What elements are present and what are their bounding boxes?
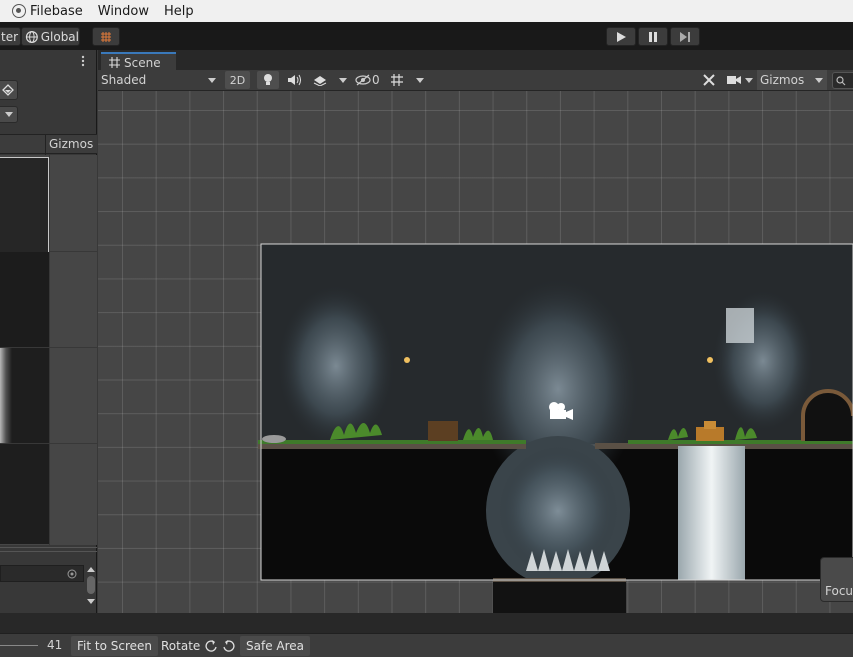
chevron-down-icon bbox=[5, 112, 13, 117]
scale-value: 41 bbox=[47, 638, 63, 652]
gizmos-label: Gizmos bbox=[760, 73, 805, 87]
pause-button[interactable] bbox=[638, 27, 668, 46]
play-icon bbox=[617, 31, 626, 42]
tile-waterfall-edge[interactable] bbox=[0, 348, 49, 443]
grid-snap-icon bbox=[101, 31, 111, 42]
hidden-objects-toggle[interactable]: 0 bbox=[352, 71, 382, 89]
pivot-center-label: ter bbox=[1, 29, 19, 44]
rotate-cw-icon[interactable] bbox=[222, 639, 236, 653]
visibility-icon bbox=[355, 74, 371, 86]
fit-label: Fit to Screen bbox=[77, 639, 152, 653]
scene-tab-bar bbox=[98, 50, 853, 70]
focus-overlay[interactable]: Focus bbox=[820, 557, 853, 602]
effects-toggle[interactable] bbox=[309, 71, 331, 89]
tile-shadow[interactable] bbox=[0, 444, 49, 544]
chevron-down-icon[interactable] bbox=[416, 78, 424, 83]
scale-slider[interactable] bbox=[0, 645, 38, 646]
level-art bbox=[258, 243, 853, 613]
search-icon bbox=[836, 76, 846, 86]
play-button[interactable] bbox=[606, 27, 636, 46]
safe-area-button[interactable]: Safe Area bbox=[240, 636, 311, 656]
status-bar bbox=[0, 613, 853, 633]
left-panel: Gizmos bbox=[0, 50, 97, 613]
effects-icon bbox=[313, 76, 327, 87]
grid-snap-button[interactable] bbox=[92, 27, 120, 46]
camera-gizmo-icon[interactable] bbox=[546, 401, 574, 421]
gizmos-dropdown[interactable]: Gizmos bbox=[757, 70, 827, 90]
paint-tool-button[interactable] bbox=[0, 80, 18, 100]
rotate-control: Rotate bbox=[155, 636, 206, 656]
tile-dark[interactable] bbox=[0, 252, 49, 347]
tab-scene-label: Scene bbox=[124, 55, 161, 70]
app-icon bbox=[12, 4, 26, 18]
safe-area-label: Safe Area bbox=[246, 639, 305, 653]
layer-dropdown[interactable] bbox=[0, 106, 18, 123]
shading-mode-label: Shaded bbox=[101, 73, 147, 87]
toggle-2d-button[interactable]: 2D bbox=[225, 71, 250, 89]
scroll-down-icon[interactable] bbox=[87, 599, 95, 605]
camera-icon bbox=[727, 76, 741, 84]
scene-viewport[interactable]: Focus bbox=[98, 91, 853, 613]
palette-gizmos-label[interactable]: Gizmos bbox=[49, 137, 93, 151]
pivot-center-button[interactable]: ter bbox=[0, 27, 21, 46]
menu-help[interactable]: Help bbox=[164, 4, 194, 19]
chevron-down-icon bbox=[745, 78, 753, 83]
tab-scene[interactable]: Scene bbox=[101, 52, 176, 71]
light-icon bbox=[264, 74, 272, 85]
selected-tile[interactable] bbox=[0, 157, 49, 253]
tools-button[interactable] bbox=[698, 71, 720, 89]
toggle-2d-label: 2D bbox=[229, 73, 246, 87]
lighting-toggle[interactable] bbox=[257, 71, 279, 89]
grid-icon bbox=[109, 57, 120, 68]
shading-mode-dropdown[interactable]: Shaded bbox=[101, 71, 218, 89]
more-icon[interactable] bbox=[80, 54, 86, 68]
rotate-label: Rotate bbox=[161, 639, 201, 653]
search-input[interactable] bbox=[832, 72, 853, 89]
audio-icon bbox=[288, 74, 301, 86]
menu-app[interactable]: Filebase bbox=[30, 4, 83, 19]
globe-icon bbox=[25, 30, 38, 43]
camera-settings-button[interactable] bbox=[725, 71, 755, 89]
audio-toggle[interactable] bbox=[283, 71, 305, 89]
bottom-toolbar: 41 Fit to Screen Rotate Safe Area bbox=[0, 633, 853, 657]
global-label: Global bbox=[40, 29, 79, 44]
scene-toolbar: Shaded 2D 0 Gizmos bbox=[98, 70, 853, 91]
chevron-down-icon bbox=[208, 78, 216, 83]
rotate-ccw-icon[interactable] bbox=[204, 639, 218, 653]
step-button[interactable] bbox=[670, 27, 700, 46]
paint-bucket-icon bbox=[2, 84, 14, 96]
menu-bar: Filebase Window Help bbox=[0, 0, 853, 22]
hidden-count: 0 bbox=[372, 73, 380, 87]
fit-to-screen-button[interactable]: Fit to Screen bbox=[71, 636, 158, 656]
scrollbar[interactable] bbox=[86, 565, 96, 610]
chevron-down-icon bbox=[815, 78, 823, 83]
grid-toggle-icon bbox=[391, 74, 403, 86]
pause-icon bbox=[649, 31, 657, 42]
tools-icon bbox=[703, 74, 715, 86]
scroll-thumb[interactable] bbox=[87, 576, 95, 594]
global-button[interactable]: Global bbox=[21, 27, 80, 46]
palette-header: Gizmos bbox=[0, 134, 97, 155]
chevron-down-icon[interactable] bbox=[339, 78, 347, 83]
step-icon bbox=[680, 31, 690, 42]
scroll-up-icon[interactable] bbox=[87, 567, 95, 573]
focus-label: Focus bbox=[825, 584, 853, 598]
menu-window[interactable]: Window bbox=[98, 4, 149, 19]
object-field[interactable] bbox=[0, 565, 84, 582]
tile-palette[interactable] bbox=[0, 155, 97, 545]
target-icon[interactable] bbox=[67, 569, 77, 579]
main-toolbar: ter Global bbox=[0, 22, 853, 50]
grid-toggle[interactable] bbox=[388, 71, 408, 89]
